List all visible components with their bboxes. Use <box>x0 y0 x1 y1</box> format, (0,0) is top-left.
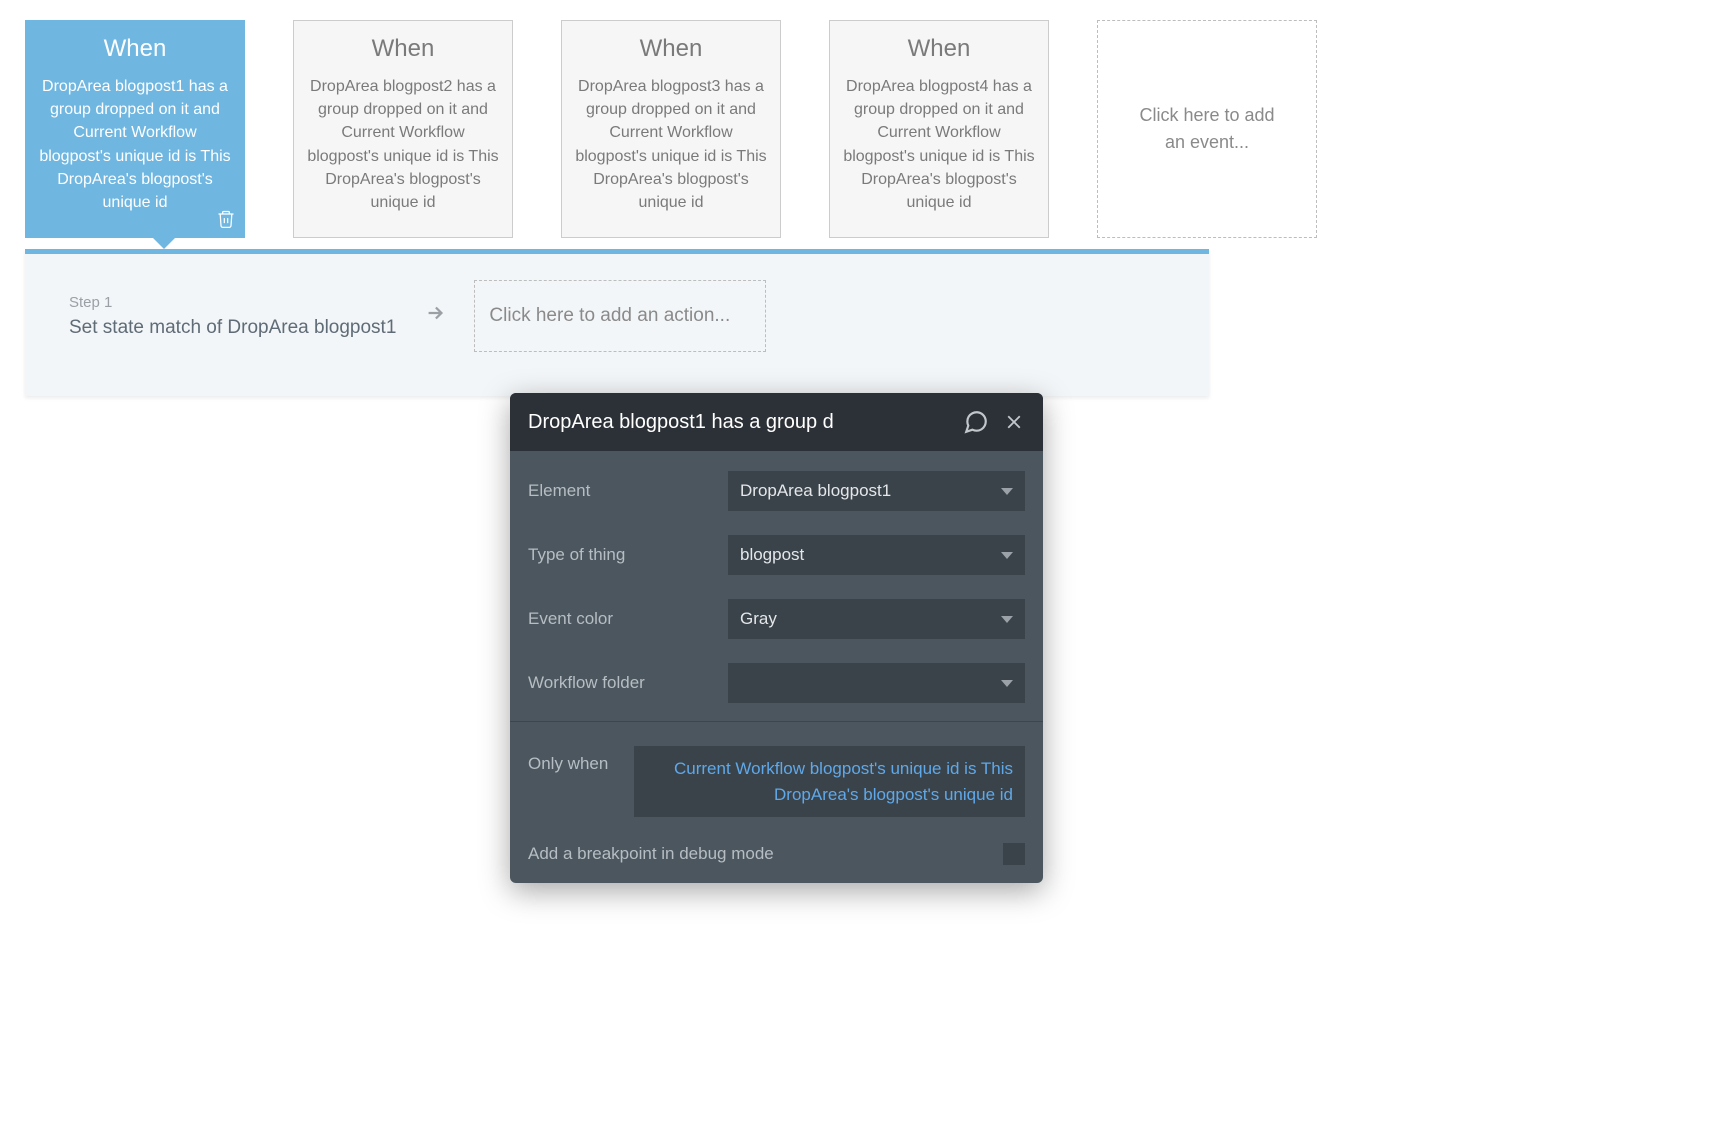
event-property-panel: DropArea blogpost1 has a group d Element… <box>510 393 1043 883</box>
step-1-card[interactable]: Step 1 Set state match of DropArea blogp… <box>69 294 396 339</box>
chevron-down-icon <box>1001 616 1013 623</box>
add-action-label: Click here to add an action... <box>489 305 730 326</box>
event-when-title: When <box>840 35 1038 63</box>
folder-field-label: Workflow folder <box>528 673 728 693</box>
only-when-label: Only when <box>528 746 634 817</box>
trash-icon[interactable] <box>214 207 238 231</box>
element-select[interactable]: DropArea blogpost1 <box>728 471 1025 511</box>
field-row-thing: Type of thing blogpost <box>528 523 1025 587</box>
event-card-blogpost1[interactable]: When DropArea blogpost1 has a group drop… <box>25 20 245 238</box>
panel-body: Element DropArea blogpost1 Type of thing… <box>510 451 1043 883</box>
field-row-element: Element DropArea blogpost1 <box>528 459 1025 523</box>
add-action-button[interactable]: Click here to add an action... <box>474 280 766 352</box>
divider <box>510 721 1043 722</box>
event-card-blogpost3[interactable]: When DropArea blogpost3 has a group drop… <box>561 20 781 238</box>
chevron-down-icon <box>1001 680 1013 687</box>
thing-select-value: blogpost <box>740 545 804 565</box>
color-field-label: Event color <box>528 609 728 629</box>
only-when-expression[interactable]: Current Workflow blogpost's unique id is… <box>634 746 1025 817</box>
selected-event-pointer-icon <box>152 237 176 249</box>
comment-icon[interactable] <box>963 409 989 435</box>
event-when-body: DropArea blogpost4 has a group dropped o… <box>840 75 1038 214</box>
event-when-body: DropArea blogpost3 has a group dropped o… <box>572 75 770 214</box>
breakpoint-label: Add a breakpoint in debug mode <box>528 844 774 864</box>
thing-select[interactable]: blogpost <box>728 535 1025 575</box>
element-field-label: Element <box>528 481 728 501</box>
color-select[interactable]: Gray <box>728 599 1025 639</box>
panel-title: DropArea blogpost1 has a group d <box>528 411 949 434</box>
add-event-button[interactable]: Click here to add an event... <box>1097 20 1317 238</box>
field-row-folder: Workflow folder <box>528 651 1025 715</box>
chevron-down-icon <box>1001 488 1013 495</box>
event-card-blogpost4[interactable]: When DropArea blogpost4 has a group drop… <box>829 20 1049 238</box>
field-row-color: Event color Gray <box>528 587 1025 651</box>
event-when-title: When <box>304 35 502 63</box>
event-when-body: DropArea blogpost2 has a group dropped o… <box>304 75 502 214</box>
step-title-label: Set state match of DropArea blogpost1 <box>69 317 396 339</box>
event-when-body: DropArea blogpost1 has a group dropped o… <box>36 75 234 214</box>
only-when-value: Current Workflow blogpost's unique id is… <box>674 759 1013 804</box>
event-when-title: When <box>572 35 770 63</box>
close-icon[interactable] <box>1003 411 1025 433</box>
color-select-value: Gray <box>740 609 777 629</box>
thing-field-label: Type of thing <box>528 545 728 565</box>
event-card-blogpost2[interactable]: When DropArea blogpost2 has a group drop… <box>293 20 513 238</box>
arrow-right-icon <box>416 302 454 330</box>
breakpoint-row: Add a breakpoint in debug mode <box>528 829 1025 883</box>
element-select-value: DropArea blogpost1 <box>740 481 891 501</box>
workflow-steps-panel: Step 1 Set state match of DropArea blogp… <box>25 249 1209 396</box>
panel-header[interactable]: DropArea blogpost1 has a group d <box>510 393 1043 451</box>
breakpoint-checkbox[interactable] <box>1003 843 1025 865</box>
folder-select[interactable] <box>728 663 1025 703</box>
step-number-label: Step 1 <box>69 294 396 311</box>
chevron-down-icon <box>1001 552 1013 559</box>
only-when-row: Only when Current Workflow blogpost's un… <box>528 728 1025 829</box>
events-row: When DropArea blogpost1 has a group drop… <box>25 20 1687 238</box>
add-event-label: Click here to add an event... <box>1128 102 1286 156</box>
event-when-title: When <box>36 35 234 63</box>
